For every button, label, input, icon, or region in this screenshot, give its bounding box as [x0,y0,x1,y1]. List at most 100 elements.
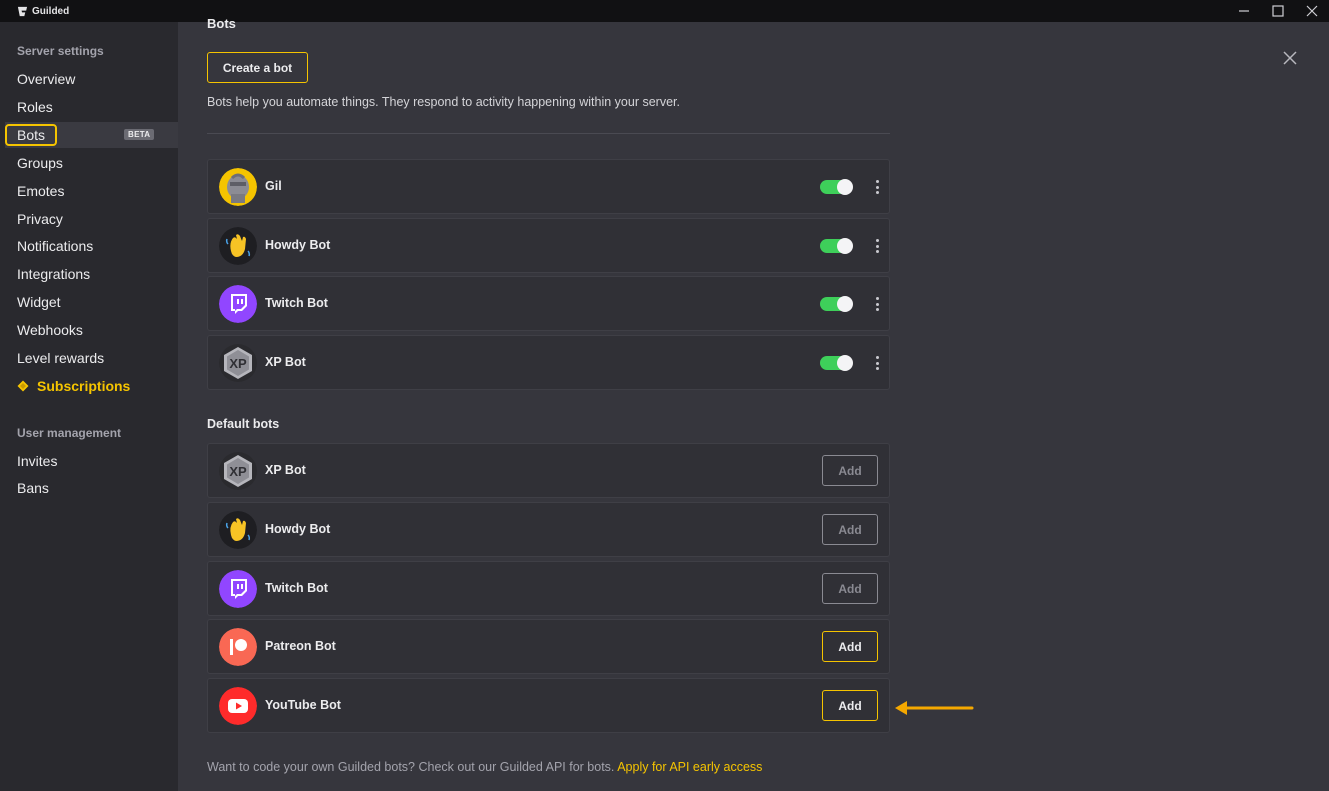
sidebar-item-label: Widget [17,294,61,310]
installed-bot-row-xp: XP XP Bot [207,335,890,390]
sidebar-item-emotes[interactable]: Emotes [5,178,178,204]
api-early-access-link[interactable]: Apply for API early access [617,760,762,774]
patreon-icon [219,628,257,666]
default-bot-row-youtube: YouTube Bot Add [207,678,890,733]
sidebar-item-label: Emotes [17,183,65,199]
bot-enabled-toggle[interactable] [820,296,853,312]
bot-enabled-toggle[interactable] [820,179,853,195]
bot-enabled-toggle[interactable] [820,238,853,254]
add-bot-button[interactable]: Add [822,514,878,545]
annotation-arrow-icon [895,701,974,715]
sidebar-item-bans[interactable]: Bans [5,475,178,501]
waving-hand-icon [219,511,257,549]
close-settings-icon[interactable] [1282,50,1298,66]
sidebar-item-label: Subscriptions [37,378,131,394]
sidebar-item-label: Level rewards [17,350,105,366]
default-bot-row-patreon: Patreon Bot Add [207,619,890,674]
more-options-icon[interactable] [872,295,882,313]
toggle-knob [837,179,853,195]
sidebar-item-integrations[interactable]: Integrations [5,261,178,287]
default-bot-row-xp: XP XP Bot Add [207,443,890,498]
sidebar-item-webhooks[interactable]: Webhooks [5,317,178,343]
bots-description: Bots help you automate things. They resp… [207,95,680,109]
bot-enabled-toggle[interactable] [820,355,853,371]
app-logo: Guilded [17,6,69,17]
sidebar-item-label: Overview [17,71,76,87]
guilded-logo-icon [17,6,28,16]
title-bar: Guilded [0,0,1329,22]
sidebar-item-subscriptions[interactable]: Subscriptions [5,373,178,399]
bot-name: Howdy Bot [265,522,331,536]
sidebar-item-label: Privacy [17,211,63,227]
bot-name: XP Bot [265,463,306,477]
waving-hand-icon [219,227,257,265]
sidebar-item-label: Integrations [17,266,91,282]
sidebar-item-label: Notifications [17,238,94,254]
bots-settings-panel: Bots Create a bot Bots help you automate… [178,16,1329,791]
add-bot-button[interactable]: Add [822,455,878,486]
sidebar-item-groups[interactable]: Groups [5,150,178,176]
sidebar-item-label: Bots [5,124,58,146]
bot-name: YouTube Bot [265,698,341,712]
default-bots-heading: Default bots [207,417,280,431]
minimize-icon [1239,10,1249,12]
youtube-icon [219,687,257,725]
window-close-button[interactable] [1295,0,1329,22]
xp-badge-icon: XP [219,452,257,490]
sidebar-item-widget[interactable]: Widget [5,289,178,315]
maximize-button[interactable] [1261,0,1295,22]
sidebar-item-bots[interactable]: Bots BETA [5,122,178,148]
add-bot-button[interactable]: Add [822,631,878,662]
app-name: Guilded [32,5,70,17]
add-bot-button[interactable]: Add [822,690,878,721]
server-settings-heading: Server settings [17,44,104,58]
installed-bot-row-twitch: Twitch Bot [207,276,890,331]
close-icon [1306,5,1318,17]
more-options-icon[interactable] [872,237,882,255]
installed-bot-row-howdy: Howdy Bot [207,218,890,273]
sidebar-item-label: Groups [17,155,63,171]
create-bot-button[interactable]: Create a bot [207,52,308,83]
sidebar-item-notifications[interactable]: Notifications [5,233,178,259]
toggle-knob [837,296,853,312]
default-bot-row-twitch: Twitch Bot Add [207,561,890,616]
user-management-heading: User management [17,426,122,440]
sidebar-item-invites[interactable]: Invites [5,448,178,474]
settings-sidebar: Server settings Overview Roles Bots BETA… [0,22,178,791]
installed-bot-row-gil: Gil [207,159,890,214]
more-options-icon[interactable] [872,354,882,372]
twitch-icon [219,570,257,608]
gil-knight-avatar-icon [219,168,257,206]
window-controls [1227,0,1329,22]
sidebar-item-roles[interactable]: Roles [5,94,178,120]
add-bot-button[interactable]: Add [822,573,878,604]
minimize-button[interactable] [1227,0,1261,22]
bot-name: Twitch Bot [265,296,328,310]
xp-badge-icon: XP [219,344,257,382]
bot-name: Gil [265,179,282,193]
default-bot-row-howdy: Howdy Bot Add [207,502,890,557]
bot-name: Twitch Bot [265,581,328,595]
api-footer-text: Want to code your own Guilded bots? Chec… [207,760,615,774]
toggle-knob [837,355,853,371]
sidebar-item-label: Invites [17,453,58,469]
svg-text:XP: XP [229,356,247,371]
diamond-icon [17,380,29,392]
more-options-icon[interactable] [872,178,882,196]
bot-name: Howdy Bot [265,238,331,252]
twitch-icon [219,285,257,323]
sidebar-item-level-rewards[interactable]: Level rewards [5,345,178,371]
bot-name: XP Bot [265,355,306,369]
maximize-icon [1272,5,1284,17]
divider [207,133,890,134]
api-footer: Want to code your own Guilded bots? Chec… [207,760,762,774]
sidebar-item-privacy[interactable]: Privacy [5,206,178,232]
svg-text:XP: XP [229,464,247,479]
sidebar-item-label: Bans [17,480,49,496]
sidebar-item-overview[interactable]: Overview [5,66,178,92]
sidebar-item-label: Webhooks [17,322,83,338]
sidebar-item-label: Roles [17,99,53,115]
toggle-knob [837,238,853,254]
beta-badge: BETA [124,129,155,140]
bot-name: Patreon Bot [265,639,336,653]
